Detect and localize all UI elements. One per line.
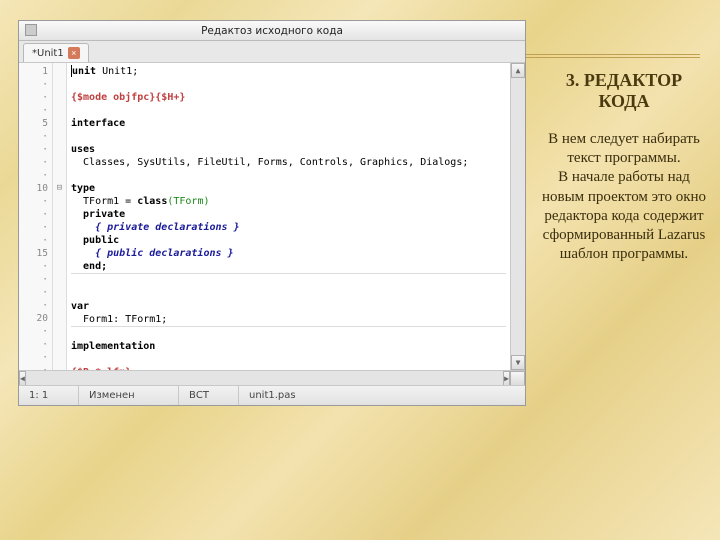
line-number: · <box>19 143 52 156</box>
fold-mark <box>53 104 66 117</box>
fold-mark <box>53 299 66 312</box>
code-container: 1···5····10····15····20····2526 ⊟ unit U… <box>19 63 525 370</box>
fold-mark <box>53 338 66 351</box>
window-icon <box>25 24 37 36</box>
line-number: · <box>19 208 52 221</box>
fold-mark <box>53 208 66 221</box>
vertical-scrollbar[interactable]: ▲ ▼ <box>510 63 525 370</box>
line-number: · <box>19 221 52 234</box>
line-number: 10 <box>19 182 52 195</box>
line-number: 5 <box>19 117 52 130</box>
fold-mark <box>53 247 66 260</box>
tabbar: *Unit1 × <box>19 41 525 63</box>
line-number: · <box>19 195 52 208</box>
fold-mark <box>53 273 66 286</box>
line-number: 1 <box>19 65 52 78</box>
fold-mark <box>53 143 66 156</box>
scrollbar-corner <box>510 371 525 386</box>
tab-label: *Unit1 <box>32 48 64 59</box>
status-filename: unit1.pas <box>239 386 525 405</box>
vscroll-track[interactable] <box>511 78 525 355</box>
fold-mark <box>53 221 66 234</box>
scroll-up-icon[interactable]: ▲ <box>511 63 525 78</box>
fold-mark <box>53 260 66 273</box>
line-number: · <box>19 91 52 104</box>
line-number: · <box>19 286 52 299</box>
fold-mark <box>53 91 66 104</box>
code-editor-window: Редактоз исходного кода *Unit1 × 1···5··… <box>18 20 526 406</box>
slide-text-block: 3. РЕДАКТОР КОДА В нем следует набирать … <box>540 70 708 264</box>
line-number: · <box>19 351 52 364</box>
scroll-right-icon[interactable]: ▶ <box>503 371 510 386</box>
line-number: · <box>19 130 52 143</box>
line-number: · <box>19 104 52 117</box>
fold-mark[interactable]: ⊟ <box>53 182 66 195</box>
scroll-left-icon[interactable]: ◀ <box>19 371 26 386</box>
fold-gutter: ⊟ <box>53 63 67 370</box>
line-number-gutter: 1···5····10····15····20····2526 <box>19 63 53 370</box>
code-area[interactable]: unit Unit1; {$mode objfpc}{$H+} interfac… <box>67 63 510 370</box>
horizontal-scrollbar[interactable]: ◀ ▶ <box>19 370 525 385</box>
line-number: · <box>19 273 52 286</box>
statusbar: 1: 1 Изменен ВСТ unit1.pas <box>19 385 525 405</box>
fold-mark <box>53 156 66 169</box>
slide-body: В нем следует набирать текст программы.В… <box>540 130 708 264</box>
fold-mark <box>53 169 66 182</box>
window-title: Редактоз исходного кода <box>201 25 343 37</box>
status-insert-mode: ВСТ <box>179 386 239 405</box>
hscroll-track[interactable] <box>26 371 503 385</box>
line-number: · <box>19 169 52 182</box>
line-number: · <box>19 299 52 312</box>
line-number: · <box>19 325 52 338</box>
fold-mark <box>53 351 66 364</box>
fold-mark <box>53 78 66 91</box>
status-cursor-pos: 1: 1 <box>19 386 79 405</box>
slide-heading: 3. РЕДАКТОР КОДА <box>540 70 708 112</box>
scroll-down-icon[interactable]: ▼ <box>511 355 525 370</box>
titlebar[interactable]: Редактоз исходного кода <box>19 21 525 41</box>
fold-mark <box>53 130 66 143</box>
line-number: · <box>19 338 52 351</box>
line-number: · <box>19 234 52 247</box>
fold-mark <box>53 195 66 208</box>
line-number: · <box>19 260 52 273</box>
status-modified: Изменен <box>79 386 179 405</box>
fold-mark <box>53 286 66 299</box>
line-number: 20 <box>19 312 52 325</box>
tab-unit1[interactable]: *Unit1 × <box>23 43 89 62</box>
fold-mark <box>53 312 66 325</box>
fold-mark <box>53 65 66 78</box>
line-number: · <box>19 156 52 169</box>
close-icon[interactable]: × <box>68 47 80 59</box>
line-number: 15 <box>19 247 52 260</box>
fold-mark <box>53 325 66 338</box>
line-number: · <box>19 78 52 91</box>
fold-mark <box>53 117 66 130</box>
fold-mark <box>53 234 66 247</box>
